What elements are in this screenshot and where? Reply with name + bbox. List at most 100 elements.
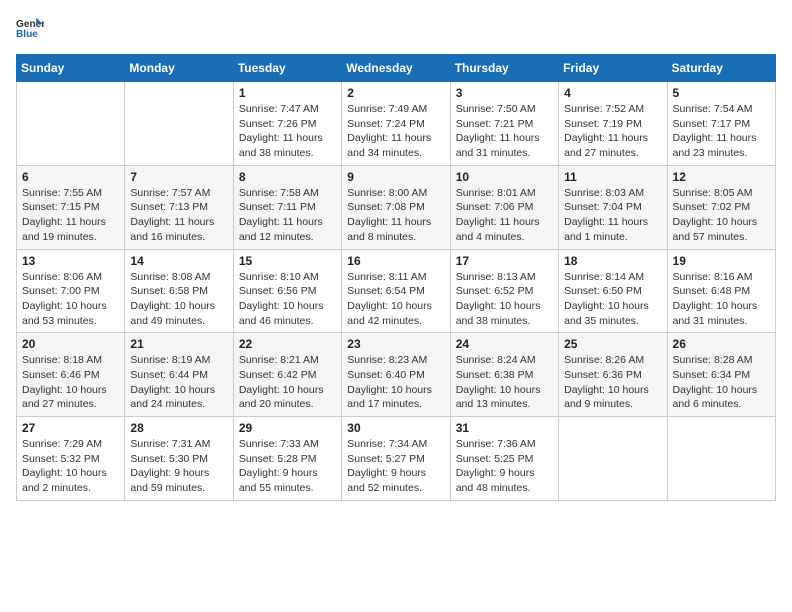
- day-number: 26: [673, 337, 770, 351]
- day-info: Sunrise: 8:26 AMSunset: 6:36 PMDaylight:…: [564, 353, 661, 412]
- calendar-cell: 21Sunrise: 8:19 AMSunset: 6:44 PMDayligh…: [125, 333, 233, 417]
- calendar-cell: 27Sunrise: 7:29 AMSunset: 5:32 PMDayligh…: [17, 417, 125, 501]
- calendar-cell: 3 Sunrise: 7:50 AMSunset: 7:21 PMDaylight…: [450, 82, 558, 166]
- week-row-1: 1 Sunrise: 7:47 AMSunset: 7:26 PMDaylight…: [17, 82, 776, 166]
- calendar-cell: 28 Sunrise: 7:31 AMSunset: 5:30 PMDayligh…: [125, 417, 233, 501]
- calendar-cell: 17 Sunrise: 8:13 AMSunset: 6:52 PMDayligh…: [450, 249, 558, 333]
- day-header-thursday: Thursday: [450, 55, 558, 82]
- day-number: 18: [564, 254, 661, 268]
- calendar-cell: 15 Sunrise: 8:10 AMSunset: 6:56 PMDayligh…: [233, 249, 341, 333]
- calendar-cell: 5 Sunrise: 7:54 AMSunset: 7:17 PMDaylight…: [667, 82, 775, 166]
- day-number: 20: [22, 337, 119, 351]
- day-number: 15: [239, 254, 336, 268]
- day-number: 11: [564, 170, 661, 184]
- day-number: 21: [130, 337, 227, 351]
- calendar-cell: 7 Sunrise: 7:57 AMSunset: 7:13 PMDaylight…: [125, 165, 233, 249]
- day-number: 24: [456, 337, 553, 351]
- day-number: 8: [239, 170, 336, 184]
- calendar-cell: 1 Sunrise: 7:47 AMSunset: 7:26 PMDaylight…: [233, 82, 341, 166]
- calendar-cell: 26 Sunrise: 8:28 AMSunset: 6:34 PMDayligh…: [667, 333, 775, 417]
- day-number: 1: [239, 86, 336, 100]
- day-number: 4: [564, 86, 661, 100]
- day-info: Sunrise: 8:10 AMSunset: 6:56 PMDaylight:…: [239, 270, 336, 329]
- day-info: Sunrise: 7:34 AMSunset: 5:27 PMDaylight:…: [347, 437, 444, 496]
- day-number: 12: [673, 170, 770, 184]
- day-header-sunday: Sunday: [17, 55, 125, 82]
- day-number: 28: [130, 421, 227, 435]
- calendar-cell: 22 Sunrise: 8:21 AMSunset: 6:42 PMDayligh…: [233, 333, 341, 417]
- day-info: Sunrise: 8:11 AMSunset: 6:54 PMDaylight:…: [347, 270, 444, 329]
- calendar-cell: [125, 82, 233, 166]
- calendar-cell: 2 Sunrise: 7:49 AMSunset: 7:24 PMDaylight…: [342, 82, 450, 166]
- day-number: 23: [347, 337, 444, 351]
- day-info: Sunrise: 8:08 AMSunset: 6:58 PMDaylight:…: [130, 270, 227, 329]
- calendar-cell: 6 Sunrise: 7:55 AMSunset: 7:15 PMDaylight…: [17, 165, 125, 249]
- day-info: Sunrise: 8:06 AMSunset: 7:00 PMDaylight:…: [22, 270, 119, 329]
- day-number: 27: [22, 421, 119, 435]
- day-info: Sunrise: 8:23 AMSunset: 6:40 PMDaylight:…: [347, 353, 444, 412]
- day-info: Sunrise: 7:52 AMSunset: 7:19 PMDaylight:…: [564, 102, 661, 161]
- svg-text:Blue: Blue: [16, 29, 38, 40]
- day-info: Sunrise: 7:31 AMSunset: 5:30 PMDaylight:…: [130, 437, 227, 496]
- day-header-friday: Friday: [559, 55, 667, 82]
- day-info: Sunrise: 7:33 AMSunset: 5:28 PMDaylight:…: [239, 437, 336, 496]
- calendar-cell: 18 Sunrise: 8:14 AMSunset: 6:50 PMDayligh…: [559, 249, 667, 333]
- day-number: 14: [130, 254, 227, 268]
- calendar-cell: 12 Sunrise: 8:05 AMSunset: 7:02 PMDayligh…: [667, 165, 775, 249]
- day-info: Sunrise: 8:28 AMSunset: 6:34 PMDaylight:…: [673, 353, 770, 412]
- calendar-cell: 24Sunrise: 8:24 AMSunset: 6:38 PMDayligh…: [450, 333, 558, 417]
- day-header-tuesday: Tuesday: [233, 55, 341, 82]
- day-header-monday: Monday: [125, 55, 233, 82]
- calendar-cell: 14 Sunrise: 8:08 AMSunset: 6:58 PMDayligh…: [125, 249, 233, 333]
- week-row-3: 13Sunrise: 8:06 AMSunset: 7:00 PMDayligh…: [17, 249, 776, 333]
- day-number: 7: [130, 170, 227, 184]
- day-number: 29: [239, 421, 336, 435]
- day-number: 6: [22, 170, 119, 184]
- day-number: 22: [239, 337, 336, 351]
- day-number: 25: [564, 337, 661, 351]
- day-info: Sunrise: 8:01 AMSunset: 7:06 PMDaylight:…: [456, 186, 553, 245]
- calendar-table: SundayMondayTuesdayWednesdayThursdayFrid…: [16, 54, 776, 501]
- day-info: Sunrise: 8:21 AMSunset: 6:42 PMDaylight:…: [239, 353, 336, 412]
- week-row-5: 27Sunrise: 7:29 AMSunset: 5:32 PMDayligh…: [17, 417, 776, 501]
- day-info: Sunrise: 7:50 AMSunset: 7:21 PMDaylight:…: [456, 102, 553, 161]
- page-header: General Blue: [16, 16, 776, 44]
- day-number: 9: [347, 170, 444, 184]
- day-header-saturday: Saturday: [667, 55, 775, 82]
- calendar-cell: 19 Sunrise: 8:16 AMSunset: 6:48 PMDayligh…: [667, 249, 775, 333]
- day-info: Sunrise: 8:13 AMSunset: 6:52 PMDaylight:…: [456, 270, 553, 329]
- calendar-cell: 10Sunrise: 8:01 AMSunset: 7:06 PMDayligh…: [450, 165, 558, 249]
- day-info: Sunrise: 8:18 AMSunset: 6:46 PMDaylight:…: [22, 353, 119, 412]
- day-number: 17: [456, 254, 553, 268]
- day-info: Sunrise: 7:49 AMSunset: 7:24 PMDaylight:…: [347, 102, 444, 161]
- day-header-wednesday: Wednesday: [342, 55, 450, 82]
- week-row-2: 6 Sunrise: 7:55 AMSunset: 7:15 PMDaylight…: [17, 165, 776, 249]
- calendar-header-row: SundayMondayTuesdayWednesdayThursdayFrid…: [17, 55, 776, 82]
- day-info: Sunrise: 7:57 AMSunset: 7:13 PMDaylight:…: [130, 186, 227, 245]
- day-info: Sunrise: 8:00 AMSunset: 7:08 PMDaylight:…: [347, 186, 444, 245]
- day-info: Sunrise: 8:03 AMSunset: 7:04 PMDaylight:…: [564, 186, 661, 245]
- calendar-cell: 11 Sunrise: 8:03 AMSunset: 7:04 PMDayligh…: [559, 165, 667, 249]
- calendar-cell: 4 Sunrise: 7:52 AMSunset: 7:19 PMDaylight…: [559, 82, 667, 166]
- day-number: 5: [673, 86, 770, 100]
- day-number: 3: [456, 86, 553, 100]
- day-info: Sunrise: 8:05 AMSunset: 7:02 PMDaylight:…: [673, 186, 770, 245]
- day-info: Sunrise: 7:55 AMSunset: 7:15 PMDaylight:…: [22, 186, 119, 245]
- day-info: Sunrise: 7:47 AMSunset: 7:26 PMDaylight:…: [239, 102, 336, 161]
- calendar-cell: 25 Sunrise: 8:26 AMSunset: 6:36 PMDayligh…: [559, 333, 667, 417]
- day-number: 30: [347, 421, 444, 435]
- calendar-cell: 13Sunrise: 8:06 AMSunset: 7:00 PMDayligh…: [17, 249, 125, 333]
- day-number: 31: [456, 421, 553, 435]
- day-info: Sunrise: 7:54 AMSunset: 7:17 PMDaylight:…: [673, 102, 770, 161]
- logo-icon: General Blue: [16, 16, 44, 44]
- calendar-cell: [667, 417, 775, 501]
- calendar-cell: 29 Sunrise: 7:33 AMSunset: 5:28 PMDayligh…: [233, 417, 341, 501]
- day-info: Sunrise: 8:14 AMSunset: 6:50 PMDaylight:…: [564, 270, 661, 329]
- day-number: 19: [673, 254, 770, 268]
- day-info: Sunrise: 7:58 AMSunset: 7:11 PMDaylight:…: [239, 186, 336, 245]
- day-info: Sunrise: 8:16 AMSunset: 6:48 PMDaylight:…: [673, 270, 770, 329]
- day-number: 2: [347, 86, 444, 100]
- calendar-cell: 9 Sunrise: 8:00 AMSunset: 7:08 PMDaylight…: [342, 165, 450, 249]
- calendar-cell: 31Sunrise: 7:36 AMSunset: 5:25 PMDayligh…: [450, 417, 558, 501]
- day-number: 16: [347, 254, 444, 268]
